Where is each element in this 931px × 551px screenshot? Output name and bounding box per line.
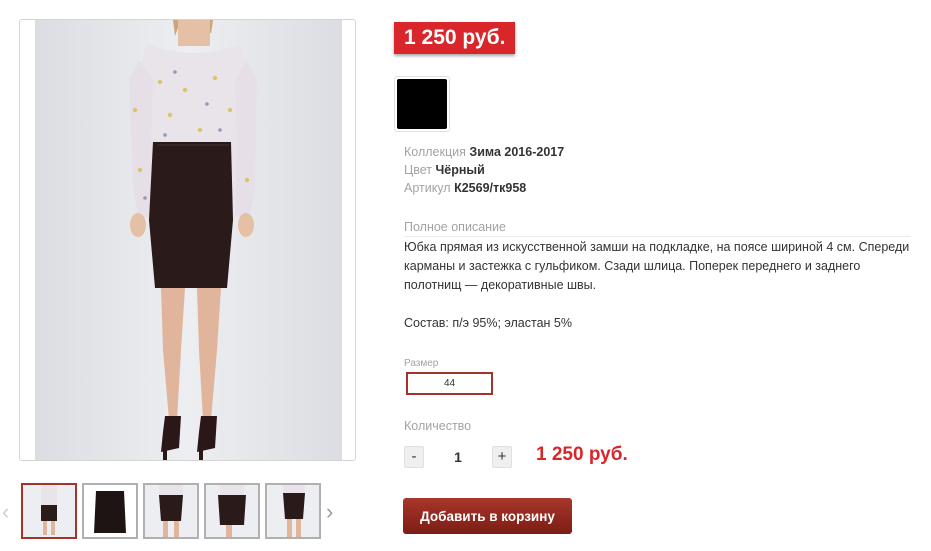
product-attributes: Коллекция Зима 2016-2017 Цвет Чёрный Арт…	[404, 143, 564, 197]
attribute-sku: Артикул К2569/тк958	[404, 179, 564, 197]
photo-backdrop	[35, 20, 342, 460]
chevron-left-icon[interactable]: ‹	[2, 499, 9, 525]
color-swatch-fill	[397, 79, 447, 129]
thumbnail-2[interactable]	[82, 483, 138, 539]
attribute-value: К2569/тк958	[454, 181, 527, 195]
description-heading: Полное описание	[404, 220, 911, 237]
size-label: Размер	[404, 358, 439, 369]
composition-text: Состав: п/э 95%; эластан 5%	[404, 316, 572, 330]
price-badge: 1 250 руб.	[394, 22, 516, 54]
description-body: Юбка прямая из искусственной замши на по…	[404, 238, 914, 333]
thumbnail-3[interactable]	[143, 483, 199, 539]
attribute-value: Зима 2016-2017	[469, 145, 565, 159]
chevron-right-icon[interactable]: ›	[326, 499, 333, 525]
description-text: Юбка прямая из искусственной замши на по…	[404, 240, 910, 292]
color-swatch-black[interactable]	[394, 76, 450, 132]
thumbnail-gallery: ‹ ›	[0, 481, 360, 541]
quantity-label: Количество	[404, 419, 472, 433]
attribute-value: Чёрный	[435, 163, 485, 177]
quantity-increase-button[interactable]: +	[492, 446, 512, 468]
thumbnail-1[interactable]	[21, 483, 77, 539]
model-figure-image	[129, 20, 257, 460]
attribute-label: Коллекция	[404, 145, 466, 159]
total-price: 1 250 руб.	[536, 444, 628, 465]
attribute-label: Артикул	[404, 181, 451, 195]
add-to-cart-button[interactable]: Добавить в корзину	[403, 498, 572, 534]
attribute-collection: Коллекция Зима 2016-2017	[404, 143, 564, 161]
size-option-44[interactable]: 44	[406, 372, 493, 395]
main-product-photo[interactable]	[19, 19, 356, 461]
quantity-value[interactable]: 1	[440, 447, 476, 467]
attribute-label: Цвет	[404, 163, 433, 177]
quantity-decrease-button[interactable]: -	[404, 446, 424, 468]
thumbnail-5[interactable]	[265, 483, 321, 539]
attribute-color: Цвет Чёрный	[404, 161, 564, 179]
thumbnail-4[interactable]	[204, 483, 260, 539]
